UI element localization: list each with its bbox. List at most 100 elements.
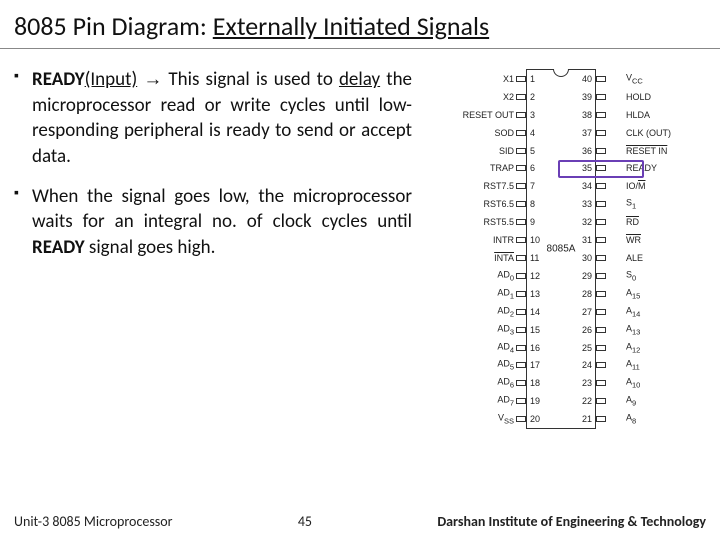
pin-label: IO/M [626, 181, 646, 191]
pin-lead [596, 327, 606, 333]
pin-19: 19AD7 [527, 392, 561, 410]
pin-label: HLDA [626, 110, 650, 120]
pin-22: 22A9 [579, 392, 595, 410]
pin-8: 8RST6.5 [527, 195, 561, 213]
pin-lead [516, 345, 526, 351]
pin-lead [516, 130, 526, 136]
pin-lead [516, 237, 526, 243]
slide-title: 8085 Pin Diagram: Externally Initiated S… [0, 0, 720, 49]
pin-label: READY [626, 163, 657, 173]
pin-label: WR [626, 235, 641, 245]
pin-label: S1 [626, 198, 636, 211]
pin-lead [596, 345, 606, 351]
pin-33: 33S1 [579, 195, 595, 213]
pin-34: 34IO/M [579, 177, 595, 195]
pin-20: 20VSS [527, 410, 561, 428]
pin-35: 35READY [579, 160, 595, 178]
pin-label: S0 [626, 270, 636, 283]
pin-17: 17AD5 [527, 357, 561, 375]
pin-label: RESET IN [626, 146, 667, 156]
pin-label: A10 [626, 377, 640, 390]
pin-label: HOLD [626, 92, 651, 102]
pin-lead [596, 219, 606, 225]
pin-label: INTR [493, 235, 514, 245]
pin-16: 16AD4 [527, 339, 561, 357]
pin-label: A8 [626, 413, 636, 426]
pin-2: 2X2 [527, 88, 561, 106]
pin-28: 28A15 [579, 285, 595, 303]
pin-lead [596, 291, 606, 297]
pin-lead [596, 165, 606, 171]
pin-39: 39HOLD [579, 88, 595, 106]
pin-label: A11 [626, 359, 640, 372]
pin-5: 5SID [527, 142, 561, 160]
pin-lead [516, 112, 526, 118]
pin-13: 13AD1 [527, 285, 561, 303]
pin-7: 7RST7.5 [527, 177, 561, 195]
pin-23: 23A10 [579, 374, 595, 392]
pin-32: 32RD [579, 213, 595, 231]
pin-lead [516, 309, 526, 315]
pin-lead [596, 183, 606, 189]
pin-label: X1 [503, 74, 514, 84]
content-area: READY(Input) → This signal is used to de… [0, 49, 720, 429]
pin-label: INTA [494, 253, 514, 263]
footer-left: Unit-3 8085 Microprocessor [14, 513, 173, 530]
pin-30: 30ALE [579, 249, 595, 267]
pin-label: RD [626, 217, 639, 227]
pin-label: AD4 [497, 341, 514, 354]
pin-lead [516, 165, 526, 171]
pin-lead [516, 76, 526, 82]
pin-label: A12 [626, 341, 640, 354]
text-column: READY(Input) → This signal is used to de… [14, 67, 412, 429]
pin-lead [596, 362, 606, 368]
pin-label: AD5 [497, 359, 514, 372]
pin-lead [516, 398, 526, 404]
pin-label: AD6 [497, 377, 514, 390]
title-prefix: 8085 Pin Diagram: [14, 10, 213, 42]
pin-label: AD3 [497, 323, 514, 336]
pin-4: 4SOD [527, 124, 561, 142]
pin-label: AD0 [497, 270, 514, 283]
pin-37: 37CLK (OUT) [579, 124, 595, 142]
pin-36: 36RESET IN [579, 142, 595, 160]
bullet-item: READY(Input) → This signal is used to de… [14, 67, 412, 170]
pin-label: RST6.5 [483, 199, 514, 209]
pin-lead [596, 237, 606, 243]
pin-lead [516, 291, 526, 297]
pin-lead [516, 255, 526, 261]
pin-label: AD2 [497, 305, 514, 318]
chip-name: 8085A [547, 244, 576, 255]
pin-1: 1X1 [527, 70, 561, 88]
title-underlined: Externally Initiated Signals [213, 10, 489, 42]
pin-label: AD7 [497, 395, 514, 408]
pin-18: 18AD6 [527, 374, 561, 392]
pin-label: A9 [626, 395, 636, 408]
pin-40: 40VCC [579, 70, 595, 88]
pin-lead [596, 398, 606, 404]
pin-label: A14 [626, 305, 640, 318]
pin-lead [516, 327, 526, 333]
chip-diagram-wrap: 1X12X23RESET OUT4SOD5SID6TRAP7RST7.58RST… [412, 67, 710, 429]
footer: Unit-3 8085 Microprocessor 45 Darshan In… [0, 513, 720, 530]
pin-lead [596, 148, 606, 154]
pin-lead [596, 201, 606, 207]
pin-lead [596, 130, 606, 136]
pin-label: X2 [503, 92, 514, 102]
pin-24: 24A11 [579, 357, 595, 375]
pin-lead [516, 273, 526, 279]
pin-lead [596, 255, 606, 261]
pin-lead [596, 94, 606, 100]
bullet-item: When the signal goes low, the microproce… [14, 184, 412, 261]
pin-6: 6TRAP [527, 160, 561, 178]
pin-lead [596, 76, 606, 82]
pin-26: 26A13 [579, 321, 595, 339]
pin-lead [516, 148, 526, 154]
pin-15: 15AD3 [527, 321, 561, 339]
pin-27: 27A14 [579, 303, 595, 321]
pin-lead [516, 380, 526, 386]
pin-lead [596, 380, 606, 386]
pin-31: 31WR [579, 231, 595, 249]
pin-label: RESET OUT [463, 110, 514, 120]
pin-label: CLK (OUT) [626, 128, 671, 138]
